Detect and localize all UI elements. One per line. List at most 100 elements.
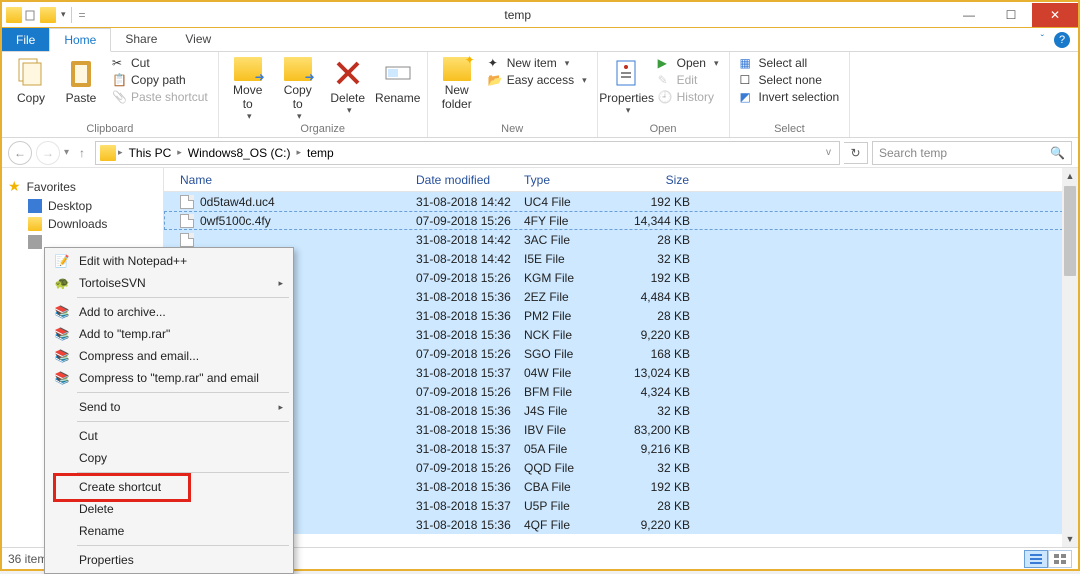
- table-row[interactable]: 0d5taw4d.uc431-08-2018 14:42UC4 File192 …: [164, 192, 1078, 211]
- table-row[interactable]: 31-08-2018 15:36CBA File192 KB: [164, 477, 1078, 496]
- table-row[interactable]: 31-08-2018 14:423AC File28 KB: [164, 230, 1078, 249]
- sidebar-favorites[interactable]: ★Favorites: [2, 176, 163, 197]
- table-row[interactable]: 31-08-2018 15:364QF File9,220 KB: [164, 515, 1078, 534]
- ctx-edit-notepad[interactable]: 📝Edit with Notepad++: [47, 250, 291, 272]
- maximize-button[interactable]: ☐: [990, 3, 1032, 27]
- paste-shortcut-button[interactable]: 📎Paste shortcut: [108, 89, 212, 105]
- scroll-down-icon[interactable]: ▼: [1062, 531, 1078, 547]
- select-none-button[interactable]: ☐Select none: [736, 72, 844, 88]
- delete-icon: [332, 57, 364, 89]
- bc-temp[interactable]: temp: [303, 144, 338, 162]
- bc-thispc[interactable]: This PC: [125, 144, 176, 162]
- search-input[interactable]: Search temp 🔍: [872, 141, 1072, 165]
- help-icon[interactable]: ?: [1054, 32, 1070, 48]
- ctx-delete[interactable]: Delete: [47, 498, 291, 520]
- scroll-up-icon[interactable]: ▲: [1062, 168, 1078, 184]
- col-date[interactable]: Date modified: [408, 170, 516, 190]
- ctx-add-archive[interactable]: 📚Add to archive...: [47, 301, 291, 323]
- search-icon: 🔍: [1050, 146, 1065, 160]
- table-row[interactable]: 31-08-2018 14:42I5E File32 KB: [164, 249, 1078, 268]
- ctx-compress-temp-email[interactable]: 📚Compress to "temp.rar" and email: [47, 367, 291, 389]
- table-row[interactable]: 31-08-2018 15:3705A File9,216 KB: [164, 439, 1078, 458]
- view-thumbs-button[interactable]: [1048, 550, 1072, 568]
- selectall-icon: ▦: [740, 56, 754, 70]
- rar-icon: 📚: [53, 325, 71, 343]
- select-all-button[interactable]: ▦Select all: [736, 55, 844, 71]
- tab-share[interactable]: Share: [111, 28, 171, 51]
- table-row[interactable]: 31-08-2018 15:36PM2 File28 KB: [164, 306, 1078, 325]
- tab-home[interactable]: Home: [49, 28, 111, 52]
- chevron-right-icon: ▸: [278, 278, 283, 289]
- bc-folder-icon: [100, 145, 116, 161]
- pasteshortcut-icon: 📎: [112, 90, 126, 104]
- nav-recent-chevron-icon[interactable]: ▾: [64, 147, 69, 158]
- sidebar-item-downloads[interactable]: Downloads: [2, 215, 163, 233]
- ctx-tortoisesvn[interactable]: 🐢TortoiseSVN▸: [47, 272, 291, 294]
- table-row[interactable]: 31-08-2018 15:37U5P File28 KB: [164, 496, 1078, 515]
- properties-button[interactable]: Properties▾: [604, 55, 650, 122]
- qat-chevron-icon[interactable]: ▾: [61, 9, 66, 20]
- ctx-rename[interactable]: Rename: [47, 520, 291, 542]
- table-row[interactable]: 31-08-2018 15:3704W File13,024 KB: [164, 363, 1078, 382]
- table-row[interactable]: 07-09-2018 15:26KGM File192 KB: [164, 268, 1078, 287]
- table-row[interactable]: 07-09-2018 15:26QQD File32 KB: [164, 458, 1078, 477]
- ribbon-chevron-icon[interactable]: ˇ: [1041, 34, 1044, 45]
- delete-button[interactable]: Delete▾: [325, 55, 371, 122]
- breadcrumb[interactable]: ▸ This PC ▸ Windows8_OS (C:) ▸ temp v: [95, 141, 840, 165]
- chevron-right-icon[interactable]: ▸: [118, 147, 123, 158]
- new-item-button[interactable]: ✦New item▾: [484, 55, 591, 71]
- table-row[interactable]: 07-09-2018 15:26SGO File168 KB: [164, 344, 1078, 363]
- history-button[interactable]: 🕘History: [654, 89, 723, 105]
- qat-new-icon[interactable]: [24, 8, 38, 22]
- nav-up-button[interactable]: ↑: [73, 141, 91, 165]
- ctx-send-to[interactable]: Send to▸: [47, 396, 291, 418]
- move-to-button[interactable]: ➜ Move to▾: [225, 55, 271, 122]
- ctx-copy[interactable]: Copy: [47, 447, 291, 469]
- table-row[interactable]: 31-08-2018 15:36NCK File9,220 KB: [164, 325, 1078, 344]
- scrollbar-v[interactable]: ▲ ▼: [1062, 168, 1078, 547]
- chevron-right-icon[interactable]: ▸: [296, 147, 301, 158]
- copy-to-button[interactable]: ➜ Copy to▾: [275, 55, 321, 122]
- divider: [71, 7, 72, 23]
- easyaccess-icon: 📂: [488, 73, 502, 87]
- table-row[interactable]: 31-08-2018 15:36IBV File83,200 KB: [164, 420, 1078, 439]
- easy-access-button[interactable]: 📂Easy access▾: [484, 72, 591, 88]
- col-type[interactable]: Type: [516, 170, 624, 190]
- ctx-add-temp-rar[interactable]: 📚Add to "temp.rar": [47, 323, 291, 345]
- view-details-button[interactable]: [1024, 550, 1048, 568]
- copy-button[interactable]: Copy: [8, 55, 54, 122]
- col-size[interactable]: Size: [624, 170, 698, 190]
- close-button[interactable]: ✕: [1032, 3, 1078, 27]
- cut-button[interactable]: ✂Cut: [108, 55, 212, 71]
- table-row[interactable]: 31-08-2018 15:36J4S File32 KB: [164, 401, 1078, 420]
- sidebar-item-desktop[interactable]: Desktop: [2, 197, 163, 215]
- paste-button[interactable]: Paste: [58, 55, 104, 122]
- new-folder-button[interactable]: ✦ New folder: [434, 55, 480, 122]
- group-select-label: Select: [736, 122, 844, 135]
- col-name[interactable]: Name: [172, 170, 408, 190]
- rename-button[interactable]: Rename: [375, 55, 421, 122]
- table-row[interactable]: 31-08-2018 15:362EZ File4,484 KB: [164, 287, 1078, 306]
- bc-dropdown-icon[interactable]: v: [826, 147, 835, 158]
- minimize-button[interactable]: —: [948, 3, 990, 27]
- table-row[interactable]: 0wf5100c.4fy07-09-2018 15:264FY File14,3…: [164, 211, 1078, 230]
- chevron-right-icon[interactable]: ▸: [177, 147, 182, 158]
- qat-folder-icon[interactable]: [40, 7, 56, 23]
- invert-selection-button[interactable]: ◩Invert selection: [736, 89, 844, 105]
- nav-forward-button[interactable]: →: [36, 141, 60, 165]
- bc-drive[interactable]: Windows8_OS (C:): [184, 144, 295, 162]
- edit-button[interactable]: ✎Edit: [654, 72, 723, 88]
- ctx-cut[interactable]: Cut: [47, 425, 291, 447]
- file-tab[interactable]: File: [2, 28, 49, 51]
- table-row[interactable]: 07-09-2018 15:26BFM File4,324 KB: [164, 382, 1078, 401]
- nav-back-button[interactable]: ←: [8, 141, 32, 165]
- scroll-thumb[interactable]: [1064, 186, 1076, 276]
- qat-eq-icon[interactable]: =: [77, 8, 88, 22]
- open-button[interactable]: ▶Open▾: [654, 55, 723, 71]
- copy-path-button[interactable]: 📋Copy path: [108, 72, 212, 88]
- tab-view[interactable]: View: [171, 28, 225, 51]
- ctx-properties[interactable]: Properties: [47, 549, 291, 571]
- refresh-button[interactable]: ↻: [844, 142, 868, 164]
- ctx-create-shortcut[interactable]: Create shortcut: [47, 476, 291, 498]
- ctx-compress-email[interactable]: 📚Compress and email...: [47, 345, 291, 367]
